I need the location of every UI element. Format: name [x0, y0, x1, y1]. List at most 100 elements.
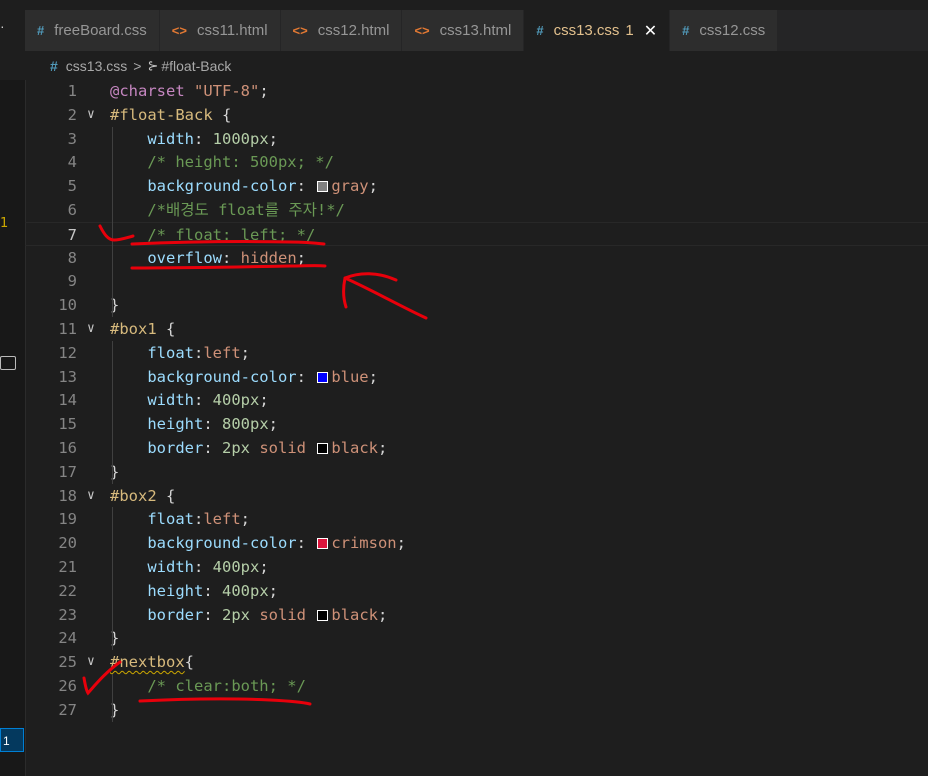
- code-token: blue: [331, 367, 369, 386]
- code-line[interactable]: 9: [25, 269, 928, 293]
- code-line[interactable]: 24}: [25, 626, 928, 650]
- fold-chevron-icon[interactable]: ∨: [87, 484, 95, 508]
- css-file-icon: #: [50, 58, 58, 74]
- code-line[interactable]: 2 ∨ #float-Back {: [25, 103, 928, 127]
- code-line[interactable]: 10}: [25, 293, 928, 317]
- line-number: 26: [58, 677, 77, 695]
- code-line[interactable]: 16 border: 2px solid black;: [25, 436, 928, 460]
- code-text: /* clear:both; */: [110, 674, 306, 698]
- color-swatch[interactable]: [317, 181, 329, 193]
- tab-freeboard-css[interactable]: # freeBoard.css: [25, 10, 160, 51]
- fold-chevron-icon[interactable]: ∨: [87, 103, 95, 127]
- code-token: overflow: [147, 248, 222, 267]
- restore-window-icon[interactable]: [0, 356, 16, 370]
- css-file-icon: #: [37, 23, 45, 38]
- fold-chevron-icon[interactable]: ∨: [87, 650, 95, 674]
- problems-count-badge: 1: [0, 216, 9, 231]
- code-token: 1000px: [212, 129, 269, 148]
- code-line[interactable]: 23 border: 2px solid black;: [25, 603, 928, 627]
- code-line[interactable]: 11 ∨ #box1 {: [25, 317, 928, 341]
- code-token: :: [194, 129, 213, 148]
- code-token: :: [194, 343, 204, 362]
- code-line[interactable]: 1 @charset "UTF-8";: [25, 79, 928, 103]
- code-token: height: [147, 415, 204, 434]
- code-line[interactable]: 22 height: 400px;: [25, 579, 928, 603]
- code-line[interactable]: 17}: [25, 460, 928, 484]
- tab-label: css13.html: [439, 22, 512, 39]
- tab-css11-html[interactable]: <> css11.html: [159, 10, 281, 51]
- code-token: ;: [368, 367, 378, 386]
- line-number: 18: [58, 486, 77, 505]
- code-token: ;: [268, 415, 279, 434]
- code-text: #nextbox{: [110, 650, 194, 674]
- html-file-icon: <>: [414, 23, 430, 38]
- code-token: :: [194, 391, 213, 410]
- code-token: width: [147, 129, 194, 148]
- color-swatch[interactable]: [317, 371, 329, 383]
- color-swatch[interactable]: [317, 443, 329, 454]
- code-token: ;: [268, 129, 279, 148]
- code-line[interactable]: 6 /*배경도 float를 주자!*/: [25, 198, 928, 222]
- code-line[interactable]: 27}: [25, 698, 928, 722]
- fold-chevron-icon[interactable]: ∨: [87, 317, 95, 341]
- code-line[interactable]: 7 /* float: left; */: [25, 221, 928, 246]
- code-token: ;: [296, 248, 306, 267]
- code-token: width: [147, 558, 194, 576]
- line-number: 27: [58, 700, 77, 719]
- code-token: :: [194, 510, 204, 529]
- code-text: background-color: crimson;: [110, 531, 406, 555]
- code-token: :: [203, 581, 222, 600]
- code-token: float: [147, 510, 194, 529]
- code-line[interactable]: 18 ∨ #box2 {: [25, 484, 928, 508]
- line-number: 19: [58, 510, 77, 529]
- code-token: ;: [396, 534, 406, 553]
- more-actions-icon[interactable]: ·: [0, 18, 5, 34]
- status-count-badge[interactable]: 1: [0, 728, 24, 752]
- code-line[interactable]: 12 float:left;: [25, 341, 928, 365]
- code-token: #nextbox: [110, 653, 185, 672]
- color-swatch[interactable]: [317, 538, 329, 550]
- line-number: 4: [67, 153, 77, 172]
- code-line[interactable]: 13 background-color: blue;: [25, 365, 928, 389]
- close-icon[interactable]: ✕: [644, 21, 657, 41]
- tab-css12-html[interactable]: <> css12.html: [280, 10, 403, 51]
- code-token: :: [296, 534, 316, 553]
- code-line[interactable]: 14 width: 400px;: [25, 388, 928, 412]
- code-line[interactable]: 26 /* clear:both; */: [25, 674, 928, 698]
- color-swatch[interactable]: [317, 609, 329, 621]
- breadcrumb-symbol[interactable]: #float-Back: [161, 58, 231, 74]
- tab-css13-html[interactable]: <> css13.html: [402, 10, 525, 51]
- css-file-icon: #: [682, 23, 690, 38]
- code-text: @charset "UTF-8";: [110, 79, 269, 103]
- breadcrumb-file[interactable]: css13.css: [66, 58, 127, 74]
- code-line[interactable]: 8 overflow: hidden;: [25, 246, 928, 270]
- code-text: width: 400px;: [110, 555, 269, 579]
- code-token: /* float: left; */: [147, 225, 316, 244]
- code-line[interactable]: 21 width: 400px;: [25, 555, 928, 579]
- code-token: ;: [259, 558, 269, 576]
- code-text: /*배경도 float를 주자!*/: [110, 198, 345, 222]
- code-line[interactable]: 25 ∨ #nextbox{: [25, 650, 928, 674]
- code-line[interactable]: 20 background-color: crimson;: [25, 531, 928, 555]
- code-line[interactable]: 3 width: 1000px;: [25, 127, 928, 151]
- code-text: /* height: 500px; */: [110, 150, 334, 174]
- tab-label: css11.html: [196, 22, 268, 39]
- chevron-right-icon: >: [133, 58, 142, 74]
- code-token: ;: [378, 439, 388, 457]
- line-number: 22: [58, 581, 77, 600]
- tab-css12-css[interactable]: # css12.css: [670, 10, 779, 51]
- code-token: left: [203, 510, 241, 529]
- line-number: 8: [67, 248, 77, 267]
- code-text: width: 400px;: [110, 388, 268, 412]
- code-token: gray: [331, 177, 369, 196]
- code-editor[interactable]: 1 @charset "UTF-8"; 2 ∨ #float-Back {3 width…: [25, 79, 928, 776]
- tab-css13-css[interactable]: # css13.css 1 ✕: [524, 10, 671, 51]
- editor-tab-bar: # freeBoard.css <> css11.html <> css12.h…: [25, 10, 928, 51]
- code-line[interactable]: 4 /* height: 500px; */: [25, 150, 928, 174]
- code-line[interactable]: 15 height: 800px;: [25, 412, 928, 436]
- code-line[interactable]: 19 float:left;: [25, 507, 928, 531]
- code-line[interactable]: 5 background-color: gray;: [25, 174, 928, 198]
- code-token: :: [296, 367, 316, 386]
